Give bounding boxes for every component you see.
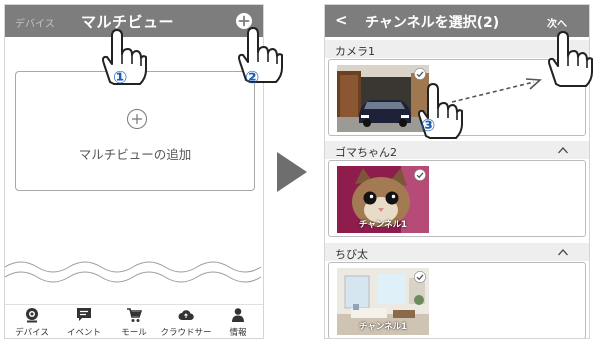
group-name: ゴマちゃん2	[335, 146, 397, 159]
nav-devices-label: デバイス	[15, 328, 49, 338]
chevron-up-icon[interactable]	[557, 145, 569, 155]
next-step-arrow	[277, 152, 307, 192]
message-icon	[77, 308, 91, 321]
check-icon	[414, 68, 426, 80]
dashed-arrow-icon	[451, 78, 542, 103]
step-marker-1: ①	[113, 68, 128, 88]
person-icon	[232, 308, 244, 322]
nav-cloud-label: クラウドサー	[160, 328, 212, 338]
check-icon	[414, 271, 426, 283]
channel-card-gomachan2[interactable]: チャンネル1	[328, 160, 586, 237]
chevron-up-icon[interactable]	[557, 247, 569, 257]
step-marker-3: ③	[421, 116, 436, 136]
nav-info-label: 情報	[229, 328, 247, 338]
tutorial-stage: デバイス マルチビュー マルチビューの追加 デバイス イベント モール クラウド…	[0, 0, 593, 339]
screen-continuation-wave	[5, 261, 262, 283]
channel-label: チャンネル1	[358, 322, 408, 332]
step-marker-2: ②	[245, 68, 260, 88]
channel-card-chibita[interactable]: チャンネル1	[328, 262, 586, 338]
group-name: ちび太	[335, 248, 368, 261]
kitten-thumbnail[interactable]: チャンネル1	[337, 166, 429, 233]
nav-events[interactable]: イベント	[59, 307, 109, 338]
group-name: カメラ1	[335, 45, 375, 58]
tab-devices[interactable]: デバイス	[15, 15, 55, 30]
nav-cloud[interactable]: クラウドサー	[160, 307, 212, 338]
check-icon	[414, 169, 426, 181]
page-title: チャンネルを選択(2)	[365, 15, 500, 31]
channel-label: チャンネル1	[358, 220, 408, 230]
cloud-icon	[178, 310, 194, 320]
add-multiview-card[interactable]: マルチビューの追加	[15, 71, 255, 191]
nav-info[interactable]: 情報	[213, 307, 263, 338]
cart-icon	[127, 308, 142, 322]
bottom-nav: デバイス イベント モール クラウドサー 情報	[5, 304, 263, 338]
add-multiview-label: マルチビューの追加	[78, 147, 192, 162]
nav-devices[interactable]: デバイス	[7, 307, 57, 338]
room-thumbnail[interactable]: チャンネル1	[337, 268, 429, 335]
nav-mall[interactable]: モール	[109, 307, 159, 338]
group-header-gomachan2[interactable]: ゴマちゃん2	[325, 141, 589, 159]
tap-hand-icon	[548, 31, 593, 87]
group-header-chibita[interactable]: ちび太	[325, 243, 589, 261]
camera-icon	[26, 308, 38, 323]
plus-circle-icon	[127, 109, 147, 129]
back-button[interactable]: <	[335, 11, 348, 29]
nav-mall-label: モール	[121, 328, 147, 338]
